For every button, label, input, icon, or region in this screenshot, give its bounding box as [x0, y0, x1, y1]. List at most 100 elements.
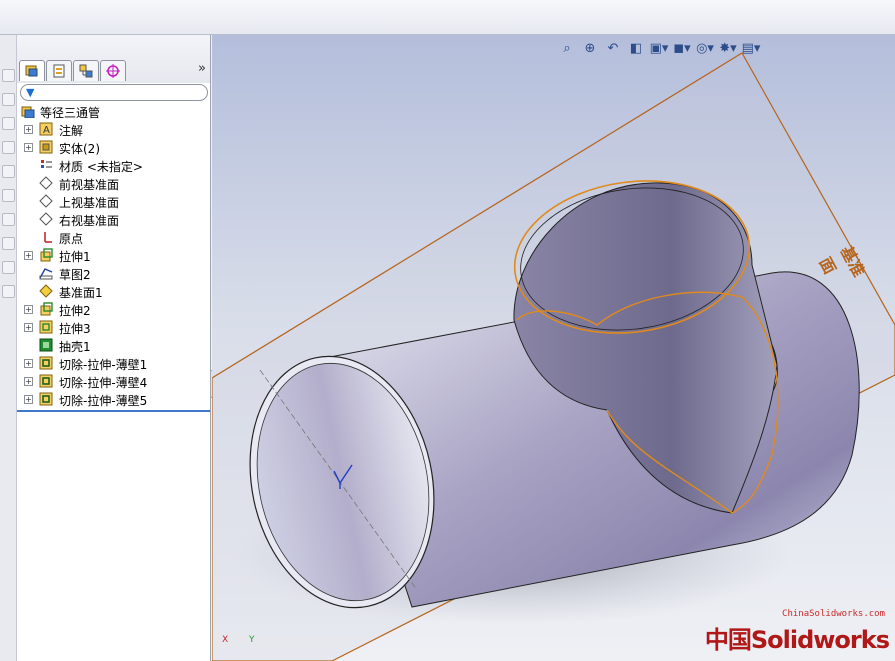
- tree-item-label: 材质 <未指定>: [59, 160, 143, 174]
- panel-header: »: [17, 35, 210, 83]
- tree-item-label: 切除-拉伸-薄壁4: [59, 376, 148, 390]
- tree-item[interactable]: + 拉伸2: [17, 301, 210, 319]
- tree-item[interactable]: + 拉伸1: [17, 247, 210, 265]
- tree-item-label: 草图2: [59, 268, 91, 282]
- triad-y-label: Y: [249, 635, 255, 645]
- expand-toggle-icon[interactable]: +: [24, 359, 33, 368]
- section-view-icon[interactable]: ◧: [626, 39, 646, 57]
- strip-tool-icon[interactable]: [2, 189, 15, 202]
- sketch-icon: [39, 268, 53, 280]
- strip-tool-icon[interactable]: [2, 261, 15, 274]
- watermark-cn: 中国: [704, 626, 752, 654]
- tree-item[interactable]: 抽壳1: [17, 337, 210, 355]
- tree-item-label: 拉伸2: [59, 304, 91, 318]
- plane-yellow-icon: [39, 284, 53, 298]
- tree-item-label: 切除-拉伸-薄壁5: [59, 394, 148, 408]
- shell-icon: [39, 338, 53, 352]
- strip-tool-icon[interactable]: [2, 141, 15, 154]
- dimxpert-icon: [106, 64, 120, 78]
- strip-tool-icon[interactable]: [2, 285, 15, 298]
- tree-item-label: 基准面1: [59, 286, 103, 300]
- origin-icon: [44, 232, 52, 243]
- tree-item[interactable]: + 拉伸3: [17, 319, 210, 337]
- material-icon: [41, 160, 52, 168]
- tree-item[interactable]: 材质 <未指定>: [17, 157, 210, 175]
- tree-item[interactable]: + 切除-拉伸-薄壁1: [17, 355, 210, 373]
- strip-tool-icon[interactable]: [2, 117, 15, 130]
- expand-toggle-icon[interactable]: +: [24, 125, 33, 134]
- graphics-viewport[interactable]: ⌕ ⊕ ↶ ◧ ▣▾ ◼▾ ◎▾ ✸▾ ▤▾ 基准面 X Y ChinaSoli…: [212, 35, 895, 661]
- annotation-icon: A: [39, 122, 53, 136]
- watermark-logo: 中国Solidworks: [704, 620, 890, 655]
- expand-toggle-icon[interactable]: +: [24, 395, 33, 404]
- view-orientation-icon[interactable]: ▣▾: [649, 39, 669, 57]
- tree-item[interactable]: + 切除-拉伸-薄壁4: [17, 373, 210, 391]
- cut-thin-icon: [39, 356, 53, 370]
- tree-item-label: 拉伸1: [59, 250, 91, 264]
- display-style-icon[interactable]: ◼▾: [672, 39, 692, 57]
- rollback-bar[interactable]: [17, 410, 210, 412]
- triad-x-label: X: [222, 635, 229, 645]
- scene-icon[interactable]: ▤▾: [741, 39, 761, 57]
- previous-view-icon[interactable]: ↶: [603, 39, 623, 57]
- extrude-icon: [40, 248, 53, 262]
- tree-root-part[interactable]: 等径三通管: [17, 103, 210, 121]
- expand-panel-button[interactable]: »: [198, 61, 206, 76]
- feature-tree-icon: [25, 65, 38, 77]
- strip-tool-icon[interactable]: [2, 213, 15, 226]
- watermark-url: ChinaSolidworks.com: [782, 609, 885, 619]
- heads-up-view-toolbar: ⌕ ⊕ ↶ ◧ ▣▾ ◼▾ ◎▾ ✸▾ ▤▾: [557, 39, 761, 59]
- part-icon: [21, 106, 35, 118]
- expand-toggle-icon[interactable]: +: [24, 251, 33, 260]
- tree-item[interactable]: 前视基准面: [17, 175, 210, 193]
- expand-toggle-icon[interactable]: +: [24, 323, 33, 332]
- tree-item-label: 右视基准面: [59, 214, 120, 228]
- plane-icon: [39, 176, 53, 190]
- title-toolbar-area: [0, 0, 895, 35]
- tree-item-label: 原点: [59, 232, 84, 246]
- zoom-to-fit-icon[interactable]: ⌕: [557, 39, 577, 57]
- plane-icon: [39, 194, 53, 208]
- expand-toggle-icon[interactable]: +: [24, 305, 33, 314]
- filter-icon: ▼: [26, 86, 35, 99]
- strip-tool-icon[interactable]: [2, 69, 15, 82]
- extrude-icon: [40, 302, 53, 316]
- dimxpert-manager-tab[interactable]: [100, 60, 126, 81]
- tree-item[interactable]: 右视基准面: [17, 211, 210, 229]
- solid-bodies-icon: [39, 140, 53, 154]
- tree-item[interactable]: + 切除-拉伸-薄壁5: [17, 391, 210, 409]
- feature-manager-panel: » ▼ 等径三通管 + A 注解 + 实体(2) 材质 <未指定> 前视基准面上视基准面右视基…: [17, 35, 211, 661]
- tree-item-label: 抽壳1: [59, 340, 91, 354]
- feature-manager-tab[interactable]: [19, 60, 45, 81]
- model-view-svg: [212, 52, 895, 661]
- appearance-icon[interactable]: ✸▾: [718, 39, 738, 57]
- svg-text:A: A: [43, 125, 50, 136]
- tree-item-label: 拉伸3: [59, 322, 91, 336]
- task-pane-strip: [0, 35, 17, 661]
- zoom-area-icon[interactable]: ⊕: [580, 39, 600, 57]
- cut-thin-icon: [39, 374, 53, 388]
- strip-tool-icon[interactable]: [2, 93, 15, 106]
- tree-item[interactable]: + A 注解: [17, 121, 210, 139]
- expand-toggle-icon[interactable]: +: [24, 143, 33, 152]
- plane-icon: [39, 212, 53, 226]
- property-manager-tab[interactable]: [46, 60, 72, 81]
- expand-toggle-icon[interactable]: +: [24, 377, 33, 386]
- hide-show-icon[interactable]: ◎▾: [695, 39, 715, 57]
- tree-filter-input[interactable]: ▼: [20, 84, 208, 101]
- configuration-manager-tab[interactable]: [73, 60, 99, 81]
- tree-item[interactable]: 基准面1: [17, 283, 210, 301]
- extrude-thin-icon: [39, 320, 53, 334]
- tree-item-label: 上视基准面: [59, 196, 120, 210]
- strip-tool-icon[interactable]: [2, 165, 15, 178]
- watermark-brand: Solidworks: [750, 626, 890, 654]
- tree-item[interactable]: 上视基准面: [17, 193, 210, 211]
- strip-tool-icon[interactable]: [2, 237, 15, 250]
- tree-item[interactable]: 原点: [17, 229, 210, 247]
- tree-item-label: 切除-拉伸-薄壁1: [59, 358, 148, 372]
- cut-thin-icon: [39, 392, 53, 406]
- tree-item-label: 等径三通管: [40, 106, 101, 120]
- tree-item-label: 注解: [59, 124, 84, 138]
- tree-item[interactable]: + 实体(2): [17, 139, 210, 157]
- tree-item[interactable]: 草图2: [17, 265, 210, 283]
